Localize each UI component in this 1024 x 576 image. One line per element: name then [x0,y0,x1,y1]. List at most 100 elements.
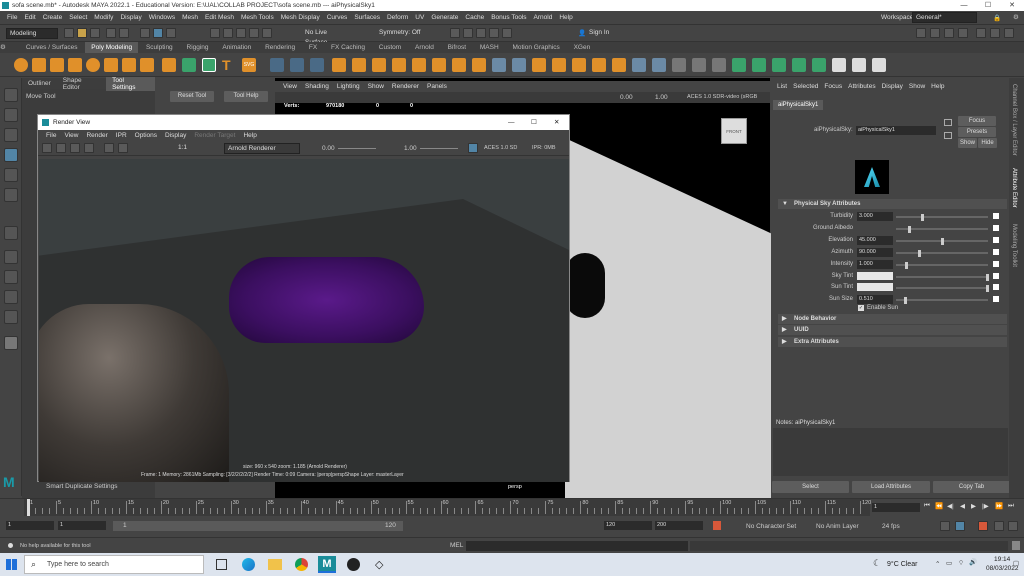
rv-menu-help[interactable]: Help [243,132,256,139]
rv-exposure-field[interactable]: 0.00 [322,145,335,152]
arnold-area-light-icon[interactable] [752,58,766,72]
menu-uv[interactable]: UV [415,14,424,21]
sign-in-dropdown[interactable]: Sign In [586,28,641,39]
render-view-minimize-icon[interactable]: — [508,115,515,130]
azimuth-map-icon[interactable] [993,249,999,255]
ground-albedo-map-icon[interactable] [993,225,999,231]
svg-tool-icon[interactable]: SVG [242,58,256,72]
snap-tool-icon[interactable] [4,226,18,240]
crease-tool-icon[interactable] [202,58,216,72]
game-app-icon[interactable] [347,558,360,571]
automatic-map-icon[interactable] [612,58,626,72]
ae-menu-display[interactable]: Display [882,83,903,90]
arnold-stand-in-icon[interactable] [832,58,846,72]
taskbar-search-box[interactable]: ⌕ Type here to search [24,555,204,574]
platonic-solid-icon[interactable] [140,58,154,72]
start-time-field[interactable]: 1 [6,521,54,530]
separate-icon[interactable] [290,58,304,72]
arnold-mesh-light-icon[interactable] [792,58,806,72]
menu-help[interactable]: Help [559,14,572,21]
ae-hide-button[interactable]: Hide [978,138,997,148]
ae-node-tab[interactable]: aiPhysicalSky1 [773,100,823,110]
intensity-slider-knob[interactable] [904,261,908,269]
weather-text[interactable]: 9°C Clear [887,561,917,568]
rv-color-space[interactable]: ACES 1.0 SD [484,145,517,151]
menu-generate[interactable]: Generate [431,14,458,21]
rv-menu-view[interactable]: View [64,132,78,139]
sweep-mesh-icon[interactable] [182,58,196,72]
side-tab-channel-box[interactable]: Channel Box / Layer Editor [1011,84,1017,156]
shelf-tab-bifrost[interactable]: Bifrost [442,42,472,53]
fill-hole-icon[interactable] [412,58,426,72]
sky-tint-slider-knob[interactable] [986,273,989,281]
paint-select-icon[interactable] [4,128,18,142]
save-scene-icon[interactable] [90,28,100,38]
network-icon[interactable]: ▭ [946,559,952,567]
planar-map-icon[interactable] [552,58,566,72]
current-time-marker[interactable] [27,499,30,516]
uv-editor-icon[interactable] [532,58,546,72]
select-object-icon[interactable] [153,28,163,38]
layout-four-icon[interactable] [1004,28,1014,38]
shelf-tab-rigging[interactable]: Rigging [181,42,215,53]
append-polygon-icon[interactable] [392,58,406,72]
soften-edge-icon[interactable] [672,58,686,72]
rv-render-icon[interactable] [42,143,52,153]
shelf-options-icon[interactable]: ⚙ [0,42,18,53]
rotate-tool-icon[interactable] [4,168,18,182]
toggle-channel-box-icon[interactable] [958,28,968,38]
rv-gamma-field[interactable]: 1.00 [404,145,417,152]
poly-cone-icon[interactable] [68,58,82,72]
fps-dropdown[interactable]: 24 fps [882,523,900,530]
target-weld-icon[interactable] [452,58,466,72]
reset-tool-button[interactable]: Reset Tool [170,91,214,102]
menu-mesh[interactable]: Mesh [182,14,198,21]
menu-edit[interactable]: Edit [24,14,35,21]
windows-start-icon[interactable] [6,559,17,570]
type-tool-icon[interactable]: T [222,58,236,72]
notification-icon[interactable]: ▢ [1013,559,1019,567]
settings-gear-icon[interactable]: ⚙ [1013,13,1019,21]
sky-tint-swatch[interactable] [857,272,893,280]
turbidity-slider[interactable] [896,213,988,221]
ae-show-button[interactable]: Show [958,138,977,148]
uuid-frame[interactable]: ▶ UUID [778,325,1007,335]
ae-menu-focus[interactable]: Focus [824,83,842,90]
new-scene-icon[interactable] [64,28,74,38]
arnold-light-icon[interactable] [732,58,746,72]
notes-field[interactable] [773,428,1008,476]
ground-albedo-field[interactable] [857,224,893,233]
menu-modify[interactable]: Modify [94,14,113,21]
shelf-tab-poly-modeling[interactable]: Poly Modeling [85,42,139,53]
azimuth-slider-knob[interactable] [918,249,922,257]
extra-attributes-frame[interactable]: ▶ Extra Attributes [778,337,1007,347]
chrome-icon[interactable] [295,558,308,571]
snap-surface-icon[interactable] [262,28,272,38]
shelf-tab-xgen[interactable]: XGen [568,42,597,53]
sun-size-field[interactable]: 0.510 [857,295,893,304]
rv-rgb-icon[interactable] [104,143,114,153]
node-behavior-frame[interactable]: ▶ Node Behavior [778,314,1007,324]
rv-gamma-slider[interactable] [420,148,458,149]
tab-outliner[interactable]: Outliner [22,80,57,87]
move-tool-icon[interactable] [4,148,18,162]
side-tab-modeling-toolkit[interactable]: Modeling Toolkit [1011,224,1017,267]
symmetry-dropdown[interactable]: Symmetry: Off [376,28,428,39]
rendered-image[interactable]: size: 960 x 540 zoom: 1.185 (Arnold Rend… [39,159,569,482]
smooth-icon[interactable] [310,58,324,72]
shelf-tab-fx[interactable]: FX [303,42,323,53]
poly-plane-icon[interactable] [104,58,118,72]
rv-color-management-icon[interactable] [468,143,478,153]
elevation-slider[interactable] [896,237,988,245]
render-settings-icon[interactable] [476,28,486,38]
bridge-icon[interactable] [352,58,366,72]
spherical-map-icon[interactable] [592,58,606,72]
playback-end-field[interactable]: 120 [604,521,652,530]
sky-tint-map-icon[interactable] [993,273,999,279]
menu-windows[interactable]: Windows [149,14,175,21]
turbidity-field[interactable]: 3.000 [857,212,893,221]
shelf-tab-motion-graphics[interactable]: Motion Graphics [506,42,565,53]
ae-copy-tab-button[interactable]: Copy Tab [933,481,1010,493]
sun-tint-slider[interactable] [896,284,989,292]
lasso-tool-icon[interactable] [4,108,18,122]
